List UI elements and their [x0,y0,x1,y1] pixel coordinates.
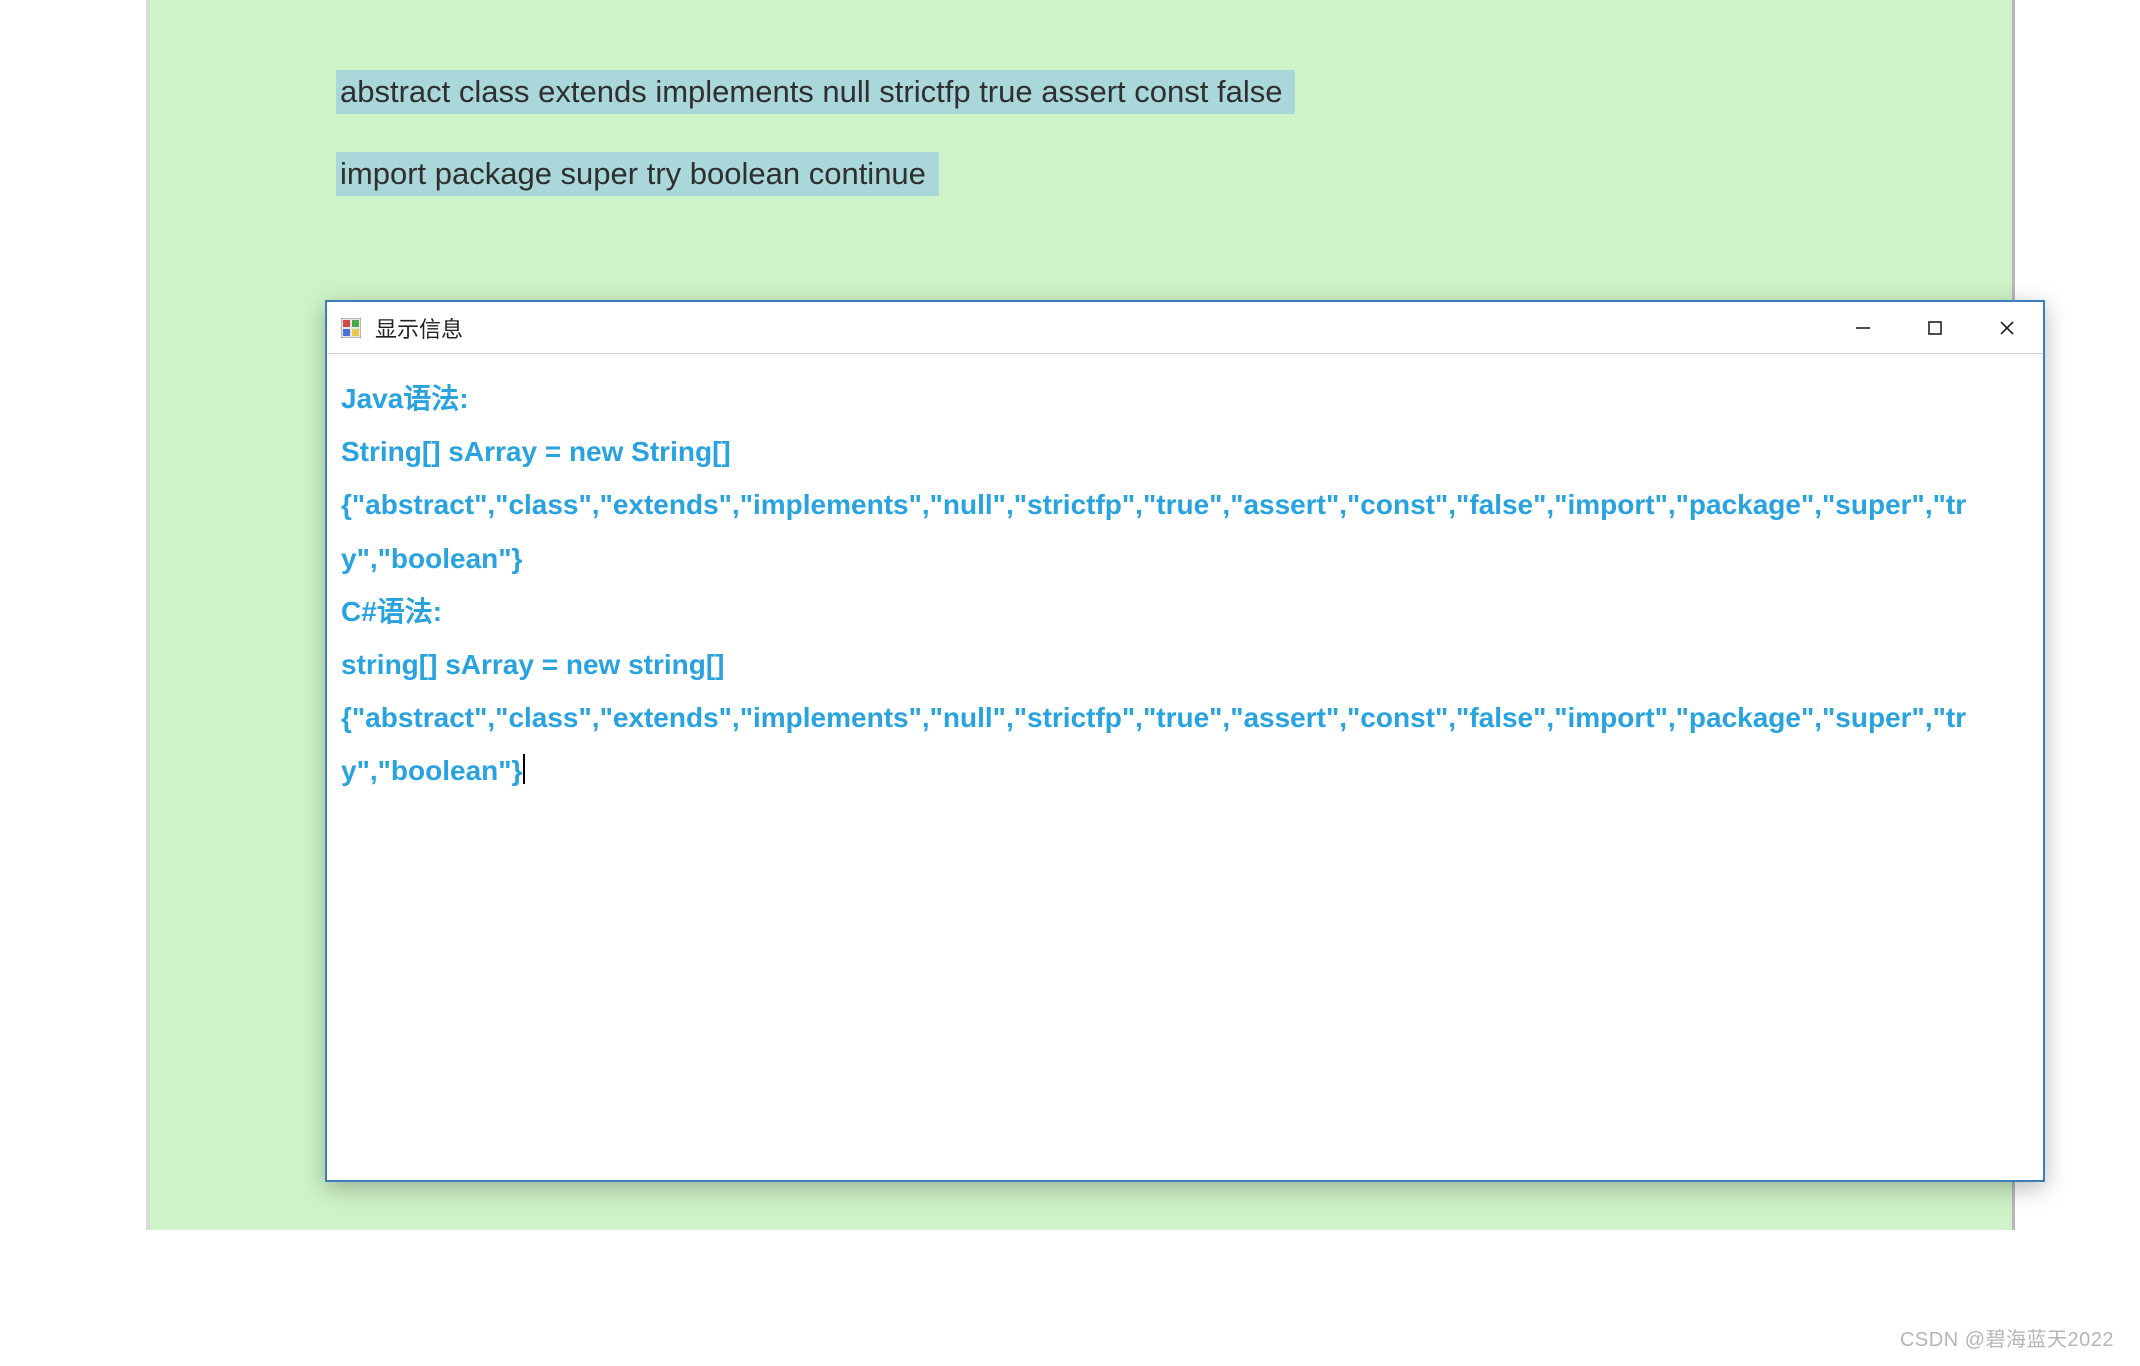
minimize-icon [1854,319,1872,337]
dialog-content[interactable]: Java语法: String[] sArray = new String[] {… [327,354,2043,1180]
close-button[interactable] [1971,302,2043,353]
selected-text-line2[interactable]: import package super try boolean continu… [336,152,939,196]
csharp-array-literal: {"abstract","class","extends","implement… [341,702,1966,786]
csharp-array-line: {"abstract","class","extends","implement… [341,691,2029,797]
dialog-title: 显示信息 [375,312,1827,344]
text-caret [523,754,525,784]
maximize-icon [1926,319,1944,337]
csharp-declaration: string[] sArray = new string[] [341,638,2029,691]
watermark: CSDN @碧海蓝天2022 [1900,1323,2114,1352]
maximize-button[interactable] [1899,302,1971,353]
window-controls [1827,302,2043,353]
java-array-literal: {"abstract","class","extends","implement… [341,478,2029,584]
info-dialog: 显示信息 Java语法: String[] sArray = new [325,300,2045,1182]
java-declaration: String[] sArray = new String[] [341,425,2029,478]
selected-text-line1[interactable]: abstract class extends implements null s… [336,70,1295,114]
java-header: Java语法: [341,372,2029,425]
close-icon [1998,319,2016,337]
csharp-header: C#语法: [341,585,2029,638]
dialog-titlebar[interactable]: 显示信息 [327,302,2043,354]
form-icon [339,316,363,340]
minimize-button[interactable] [1827,302,1899,353]
